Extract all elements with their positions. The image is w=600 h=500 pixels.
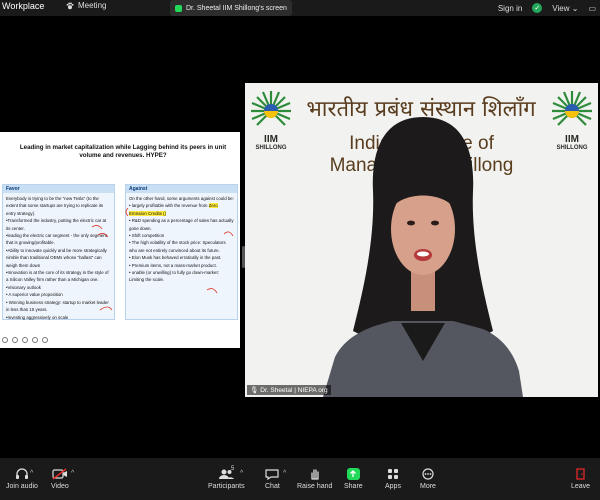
list-item: • Shift competition	[129, 233, 165, 239]
video-options-caret-icon[interactable]: ^	[71, 470, 74, 477]
top-right-controls: Sign in ✓ View ⌄ ▭	[498, 0, 596, 16]
chevron-down-icon: ⌄	[571, 3, 579, 13]
list-item: On the other hand, some arguments agains…	[129, 196, 234, 201]
share-label: Share	[344, 483, 363, 490]
more-button[interactable]: More	[420, 458, 436, 500]
list-item: Everybody is trying to be the "new Tesla…	[6, 196, 104, 216]
video-off-icon	[52, 468, 67, 480]
list-item: • The high volatility of the stock price…	[129, 240, 226, 253]
participant-name: Dr. Sheetal | NIEPA org	[260, 386, 328, 394]
more-label: More	[420, 483, 436, 490]
audio-options-caret-icon[interactable]: ^	[30, 470, 33, 477]
list-item-text: • largely profitable with the revenue fr…	[129, 203, 209, 209]
iim-logo-right: IIM SHILLONG	[548, 89, 596, 151]
share-button[interactable]: Share	[344, 458, 363, 500]
against-list: On the other hand, some arguments agains…	[126, 193, 237, 286]
leave-button[interactable]: Leave	[571, 458, 590, 500]
logo-text: IIM	[264, 134, 278, 145]
share-screen-icon	[346, 468, 360, 480]
favor-list: Everybody is trying to be the "new Tesla…	[3, 193, 114, 323]
logo-subtext: SHILLONG	[556, 145, 588, 151]
hand-icon	[311, 469, 319, 480]
iim-emblem-icon	[251, 91, 291, 126]
list-item: •Visionary outlook	[6, 284, 41, 290]
microphone-muted-icon: 🎙	[250, 387, 259, 394]
presenter-figure	[323, 117, 523, 397]
list-item: •Transformed the industry, putting the e…	[6, 218, 107, 231]
chat-icon	[265, 469, 279, 480]
chat-button[interactable]: Chat	[265, 458, 280, 500]
participant-name-tag: 🎙 Dr. Sheetal | NIEPA org	[247, 385, 331, 395]
apps-button[interactable]: Apps	[385, 458, 401, 500]
sign-in-link[interactable]: Sign in	[498, 4, 522, 13]
paw-icon	[66, 1, 74, 9]
slide-tools	[2, 337, 48, 343]
against-header: Against	[126, 185, 237, 193]
tool-icon[interactable]	[12, 337, 18, 343]
shared-screen-name: Dr. Sheetal IIM Shillong's screen	[186, 4, 287, 12]
participants-options-caret-icon[interactable]: ^	[240, 470, 243, 477]
join-audio-button[interactable]: Join audio	[6, 458, 38, 500]
logo-subtext: SHILLONG	[255, 145, 287, 151]
window-control-icon[interactable]: ▭	[588, 4, 596, 13]
headphones-icon	[15, 468, 28, 479]
video-button[interactable]: Video	[51, 458, 69, 500]
list-item: •Investing aggressively on scale	[6, 314, 69, 320]
shared-slide: Leading in market capitalization while L…	[0, 132, 240, 348]
shared-screen-label[interactable]: Dr. Sheetal IIM Shillong's screen	[170, 0, 292, 16]
list-item: • unable (or unwilling) to fully go down…	[129, 270, 219, 283]
share-indicator-icon	[175, 4, 182, 12]
list-item: • Winning business strategy: startup to …	[6, 299, 109, 313]
favor-column: Favor Everybody is trying to be the "new…	[2, 184, 115, 320]
top-bar: Workplace Meeting Dr. Sheetal IIM Shillo…	[0, 0, 600, 16]
raise-hand-label: Raise hand	[297, 483, 333, 490]
slide-title: Leading in market capitalization while L…	[19, 144, 227, 159]
participant-video-tile[interactable]: IIM SHILLONG IIM SHILLONG भारतीय प्रबंध …	[245, 83, 598, 397]
view-label: View	[552, 3, 570, 13]
join-audio-label: Join audio	[6, 483, 38, 490]
list-item: • Elon Musk has behaved erratically in t…	[129, 255, 222, 261]
participants-label: Participants	[208, 483, 245, 490]
video-label: Video	[51, 483, 69, 490]
apps-label: Apps	[385, 483, 401, 490]
logo-text: IIM	[565, 134, 579, 145]
view-menu[interactable]: View ⌄	[552, 4, 578, 13]
chat-label: Chat	[265, 483, 280, 490]
tool-icon[interactable]	[2, 337, 8, 343]
list-item: •leading the electric car segment - the …	[6, 233, 107, 246]
chat-options-caret-icon[interactable]: ^	[283, 470, 286, 477]
list-item: • Premium items, not a mass-market produ…	[129, 262, 217, 268]
tool-icon[interactable]	[42, 337, 48, 343]
tool-icon[interactable]	[22, 337, 28, 343]
raise-hand-button[interactable]: Raise hand	[297, 458, 332, 500]
leave-label: Leave	[571, 483, 591, 490]
tool-icon[interactable]	[32, 337, 38, 343]
list-item: • largely profitable with the revenue fr…	[129, 202, 234, 217]
list-item: •Innovation is at the core of its strate…	[6, 270, 109, 283]
meeting-menu[interactable]: Meeting	[66, 1, 106, 10]
participants-count: 5	[231, 466, 235, 472]
meeting-label: Meeting	[78, 1, 107, 10]
iim-logo-left: IIM SHILLONG	[247, 89, 295, 151]
list-item: • A superior value proposition	[6, 292, 63, 298]
against-column: Against On the other hand, some argument…	[125, 184, 238, 320]
apps-grid-icon	[387, 469, 398, 479]
app-title: Workplace	[2, 1, 45, 11]
list-item: • R&D spending as a percentage of sales …	[129, 218, 234, 231]
list-item: •Ability to innovate quickly and be more…	[6, 247, 107, 268]
more-dots-icon	[422, 468, 434, 480]
shield-check-icon[interactable]: ✓	[532, 3, 543, 13]
meeting-toolbar: Join audio ^ Video ^ Participants 5 ^ Ch…	[0, 458, 600, 500]
iim-emblem-icon	[552, 91, 592, 126]
participants-button[interactable]: Participants	[208, 458, 245, 500]
favor-header: Favor	[3, 185, 114, 193]
leave-door-icon	[575, 468, 585, 480]
